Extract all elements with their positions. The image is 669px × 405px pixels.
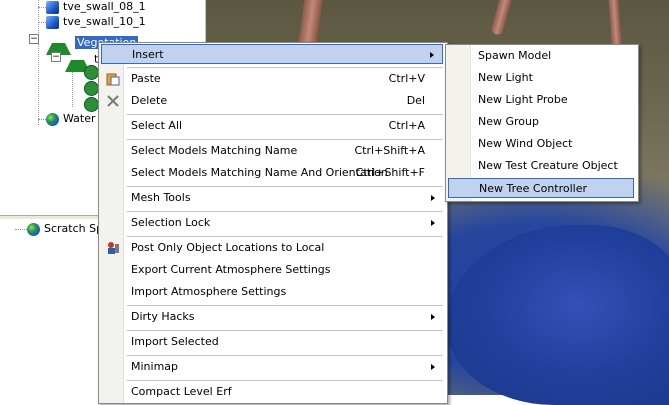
delete-icon (107, 95, 119, 107)
paste-icon (106, 73, 120, 86)
submenu-item-new-group[interactable]: New Group (448, 112, 634, 132)
menu-separator (127, 355, 443, 356)
cube-icon (46, 0, 59, 14)
submenu-arrow-icon (431, 314, 435, 320)
submenu-arrow-icon (430, 52, 434, 58)
menu-item-compact-level-erf[interactable]: Compact Level Erf (101, 382, 443, 402)
menu-item-select-matching-orientation[interactable]: Select Models Matching Name And Orientat… (101, 163, 443, 183)
post-icon (108, 242, 119, 254)
menu-item-insert[interactable]: Insert (101, 44, 443, 64)
menu-separator (127, 186, 443, 187)
water-surface (446, 225, 669, 405)
menu-item-post-locations[interactable]: Post Only Object Locations to Local (101, 238, 443, 258)
submenu-item-new-light-probe[interactable]: New Light Probe (448, 90, 634, 110)
submenu-item-new-test-creature[interactable]: New Test Creature Object (448, 156, 634, 176)
menu-separator (127, 67, 443, 68)
menu-item-paste[interactable]: Paste Ctrl+V (101, 69, 443, 89)
insert-submenu[interactable]: Spawn Model New Light New Light Probe Ne… (445, 44, 639, 202)
menu-item-delete[interactable]: Delete Del (101, 91, 443, 111)
submenu-arrow-icon (431, 220, 435, 226)
tree-connector (15, 229, 27, 230)
menu-item-import-selected[interactable]: Import Selected (101, 332, 443, 352)
tree-item-scratch[interactable]: Scratch Sp (27, 221, 103, 237)
submenu-item-new-tree-controller[interactable]: New Tree Controller (448, 178, 634, 198)
globe-icon (46, 112, 59, 126)
submenu-item-new-light[interactable]: New Light (448, 68, 634, 88)
tree-item-water[interactable]: Water (46, 111, 96, 127)
menu-item-minimap[interactable]: Minimap (101, 357, 443, 377)
tree-leaf-icon (84, 80, 99, 96)
tree-trunk (490, 0, 514, 36)
tree-leaf-icon (84, 96, 99, 112)
menu-item-mesh-tools[interactable]: Mesh Tools (101, 188, 443, 208)
globe-icon (27, 222, 40, 236)
tree-leaf-icon (84, 64, 99, 80)
tree-item[interactable]: tve_swall_10_1 (46, 14, 146, 30)
menu-item-dirty-hacks[interactable]: Dirty Hacks (101, 307, 443, 327)
menu-item-export-atmosphere[interactable]: Export Current Atmosphere Settings (101, 260, 443, 280)
cube-icon (46, 15, 59, 29)
collapse-toggle[interactable]: − (29, 34, 39, 44)
menu-separator (127, 330, 443, 331)
menu-item-selection-lock[interactable]: Selection Lock (101, 213, 443, 233)
context-menu[interactable]: Insert Paste Ctrl+V Delete Del Select Al… (98, 42, 448, 404)
menu-separator (127, 236, 443, 237)
collapse-toggle[interactable]: − (51, 52, 61, 62)
tree-connector (38, 0, 39, 125)
menu-item-select-matching-name[interactable]: Select Models Matching Name Ctrl+Shift+A (101, 141, 443, 161)
menu-item-import-atmosphere[interactable]: Import Atmosphere Settings (101, 282, 443, 302)
menu-separator (127, 211, 443, 212)
menu-separator (127, 139, 443, 140)
submenu-arrow-icon (431, 195, 435, 201)
submenu-item-new-wind-object[interactable]: New Wind Object (448, 134, 634, 154)
menu-separator (127, 114, 443, 115)
menu-separator (127, 380, 443, 381)
menu-separator (127, 305, 443, 306)
tree-item[interactable]: tve_swall_08_1 (46, 0, 146, 15)
submenu-item-spawn-model[interactable]: Spawn Model (448, 46, 634, 66)
submenu-arrow-icon (431, 364, 435, 370)
menu-item-select-all[interactable]: Select All Ctrl+A (101, 116, 443, 136)
